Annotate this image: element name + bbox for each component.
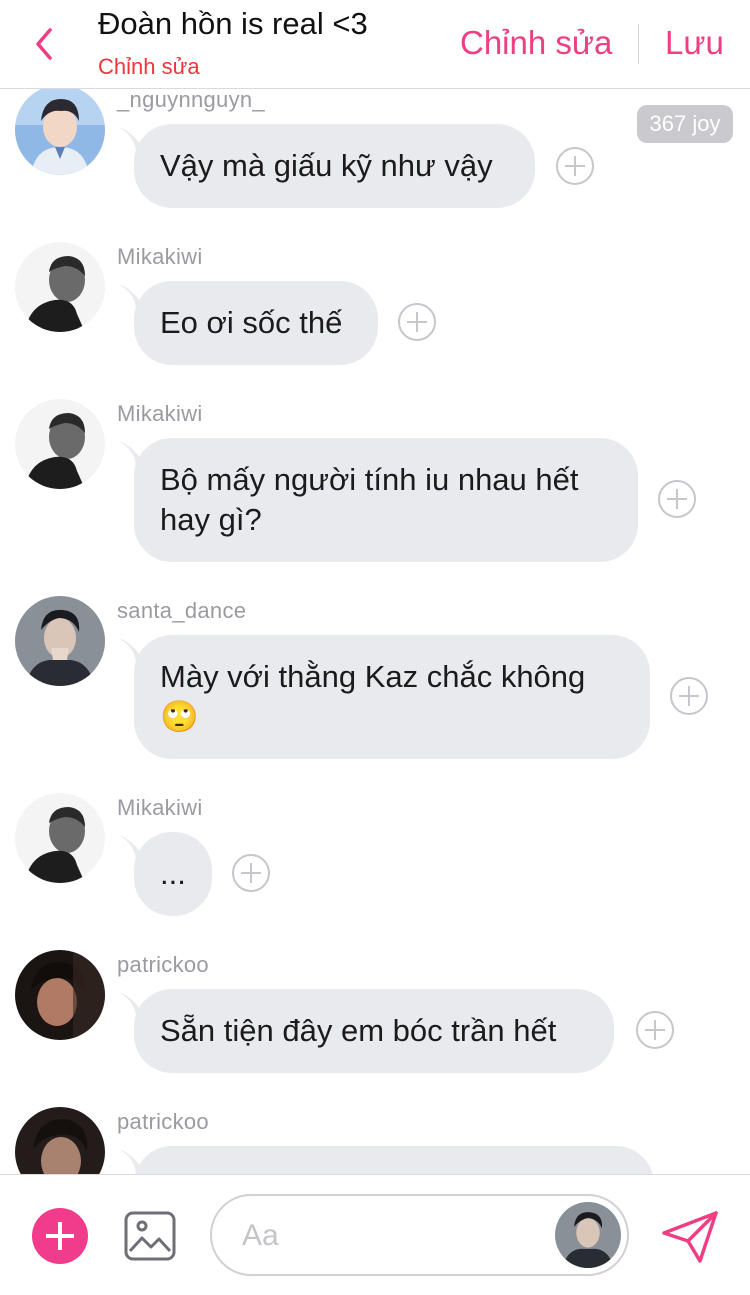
joy-count-badge: 367 joy [637, 105, 733, 143]
message-bubble[interactable]: Vậy mà giấu kỹ như vậy [134, 124, 535, 208]
edit-button[interactable]: Chỉnh sửa [460, 24, 612, 62]
story-title: Đoàn hồn is real <3 [98, 6, 368, 41]
message-bubble[interactable] [134, 1146, 654, 1174]
message-composer [0, 1174, 750, 1295]
add-reaction-button[interactable] [398, 303, 436, 341]
add-reaction-button[interactable] [670, 677, 708, 715]
avatar[interactable] [15, 596, 105, 686]
add-button[interactable] [32, 1208, 88, 1264]
avatar[interactable] [15, 89, 105, 175]
message-bubble[interactable]: Eo ơi sốc thế [134, 281, 378, 365]
username: Mikakiwi [117, 244, 203, 269]
message-input-container [210, 1194, 629, 1276]
username: Mikakiwi [117, 795, 203, 820]
add-reaction-button[interactable] [232, 854, 270, 892]
username: patrickoo [117, 952, 209, 977]
add-reaction-button[interactable] [636, 1011, 674, 1049]
username: _nguynnguyn_ [117, 89, 265, 112]
message-bubble[interactable]: Bộ mấy người tính iu nhau hết hay gì? [134, 438, 638, 562]
add-reaction-button[interactable] [556, 147, 594, 185]
character-avatar[interactable] [555, 1202, 621, 1268]
message-bubble[interactable]: ... [134, 832, 212, 916]
message-bubble[interactable]: Mày với thằng Kaz chắc không 🙄 [134, 635, 650, 759]
chat-header: Đoàn hồn is real <3 Chỉnh sửa Chỉnh sửa … [0, 0, 750, 89]
send-icon[interactable] [660, 1209, 720, 1265]
message-input[interactable] [240, 1212, 544, 1260]
username: santa_dance [117, 598, 247, 623]
avatar[interactable] [15, 242, 105, 332]
avatar[interactable] [15, 1107, 105, 1174]
add-reaction-button[interactable] [658, 480, 696, 518]
avatar[interactable] [15, 793, 105, 883]
avatar[interactable] [15, 399, 105, 489]
message-bubble[interactable]: Sẵn tiện đây em bóc trần hết [134, 989, 614, 1073]
header-subtitle: Chỉnh sửa [98, 54, 200, 79]
back-chevron-icon[interactable] [30, 24, 60, 64]
message-list[interactable]: 367 joy _nguynnguyn_ Vậy mà giấu kỹ như … [0, 89, 750, 1174]
header-divider [638, 24, 639, 64]
username: Mikakiwi [117, 401, 203, 426]
save-button[interactable]: Lưu [665, 24, 724, 62]
avatar[interactable] [15, 950, 105, 1040]
image-icon[interactable] [124, 1211, 176, 1261]
username: patrickoo [117, 1109, 209, 1134]
